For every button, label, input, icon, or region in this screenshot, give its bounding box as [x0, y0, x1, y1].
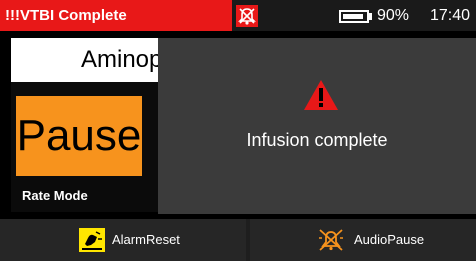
- alarm-reset-button[interactable]: AlarmReset: [0, 219, 246, 261]
- pause-button[interactable]: Pause: [16, 96, 142, 176]
- warning-icon: [304, 80, 338, 110]
- alarm-reset-label: AlarmReset: [112, 232, 180, 247]
- battery-tip: [369, 13, 372, 20]
- infusion-complete-dialog: [158, 38, 476, 214]
- audio-pause-label: AudioPause: [354, 232, 425, 247]
- drug-name: Aminop: [11, 38, 159, 82]
- battery-icon: [339, 10, 369, 23]
- audio-pause-button[interactable]: AudioPause: [250, 219, 476, 261]
- battery-percent: 90%: [377, 7, 410, 24]
- clock: 17:40: [430, 7, 471, 24]
- dialog-message: Infusion complete: [246, 130, 388, 150]
- alarm-off-icon: [236, 5, 258, 27]
- alarm-reset-icon: [79, 228, 105, 252]
- audio-pause-icon: [319, 229, 343, 251]
- alarm-title[interactable]: !!!VTBI Complete: [0, 0, 232, 31]
- rate-mode-label: Rate Mode: [22, 188, 88, 203]
